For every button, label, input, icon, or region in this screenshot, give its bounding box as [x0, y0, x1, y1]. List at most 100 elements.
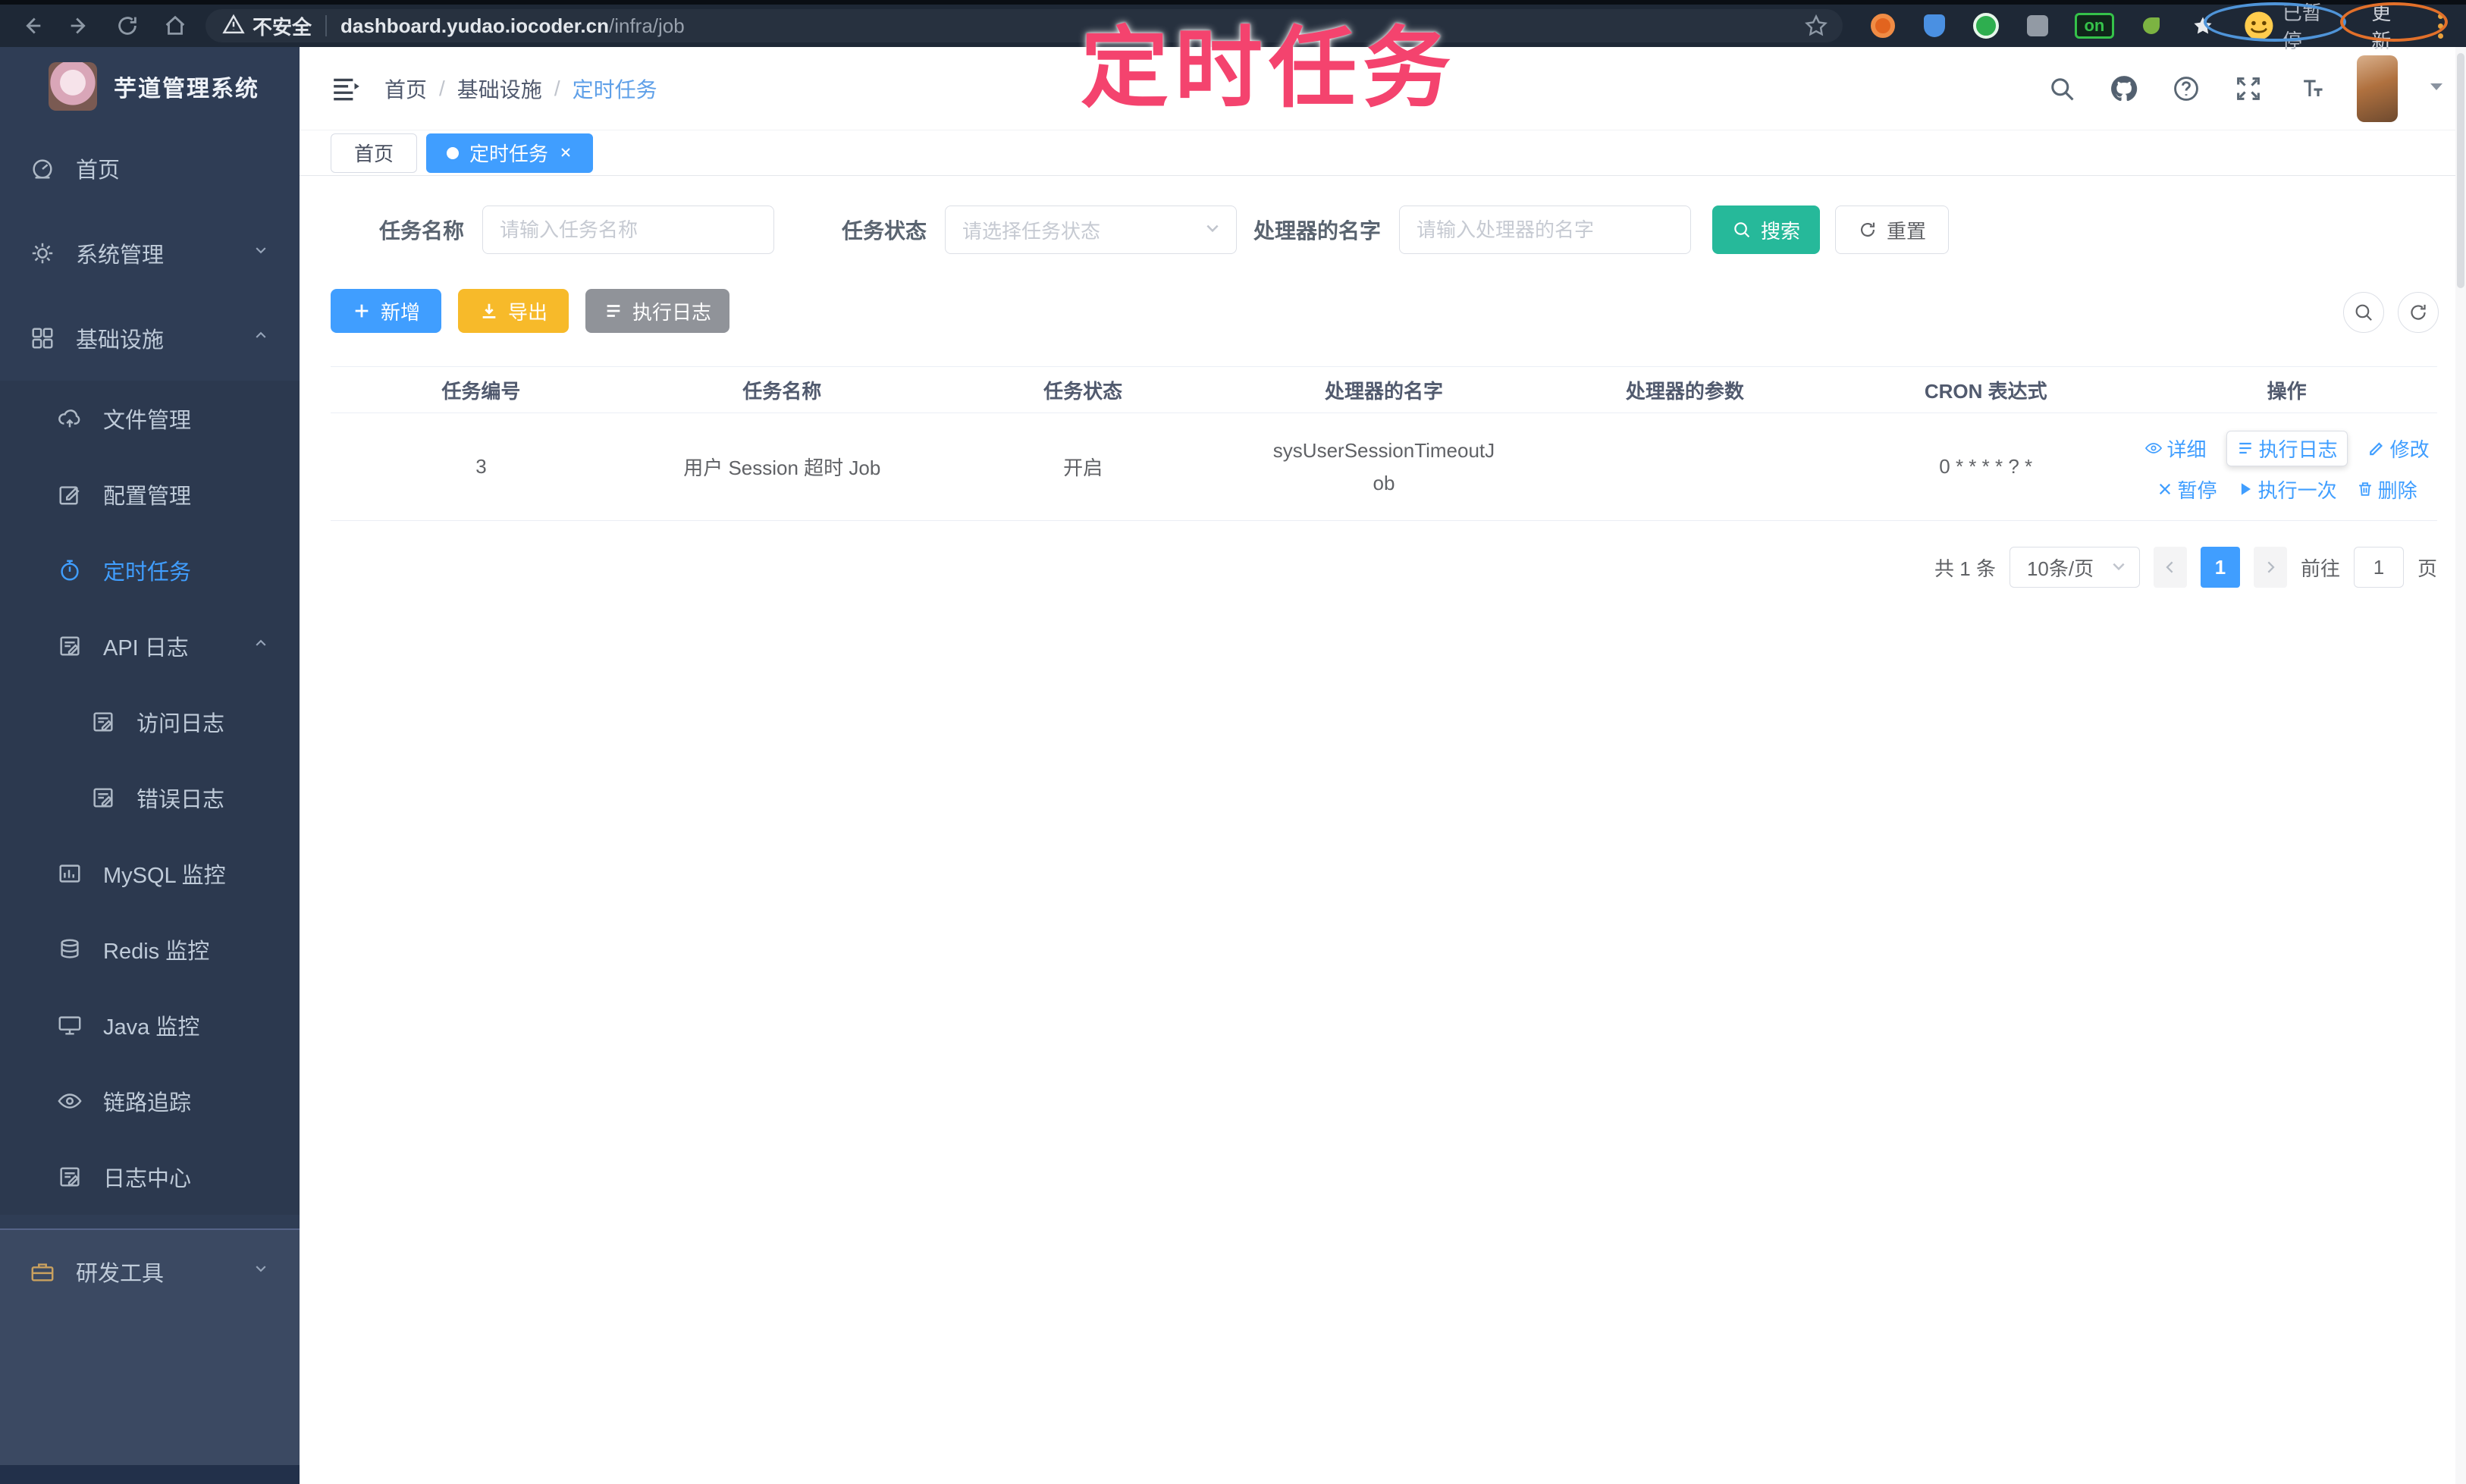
extension-leaf-icon[interactable] — [2137, 11, 2166, 40]
tab-bar: 首页 定时任务 — [300, 130, 2466, 176]
gear-icon — [29, 240, 56, 267]
refresh-icon[interactable] — [2398, 292, 2439, 333]
infrastructure-icon — [29, 325, 56, 352]
scrollbar[interactable] — [2455, 47, 2466, 1484]
sidebar-item-dev-tools[interactable]: 研发工具 — [0, 1230, 300, 1313]
sidebar-item-system-mgmt[interactable]: 系统管理 — [0, 211, 300, 296]
fullscreen-icon[interactable] — [2232, 73, 2264, 105]
pagination: 共 1 条 10条/页 1 前往 页 — [300, 547, 2466, 588]
page-size-select[interactable]: 10条/页 — [2009, 547, 2140, 588]
address-bar[interactable]: 不安全 dashboard.yudao.iocoder.cn/infra/job — [206, 9, 1843, 42]
cell-handler-name: sysUserSessionTimeoutJob — [1272, 438, 1495, 494]
chevron-down-icon — [251, 240, 271, 266]
caret-down-icon[interactable] — [2428, 80, 2445, 97]
sidebar-collapse-icon[interactable] — [330, 74, 363, 104]
search-icon[interactable] — [2046, 73, 2078, 105]
extensions-puzzle-icon[interactable] — [2023, 11, 2052, 40]
breadcrumb: 首页 / 基础设施 / 定时任务 — [384, 74, 657, 104]
help-icon[interactable] — [2170, 73, 2202, 105]
close-icon[interactable] — [559, 141, 573, 165]
briefcase-icon — [29, 1258, 56, 1285]
extension-orange-icon[interactable] — [1868, 11, 1897, 40]
sidebar-item-scheduled-tasks[interactable]: 定时任务 — [0, 532, 300, 608]
reset-button[interactable]: 重置 — [1835, 206, 1950, 254]
url-host[interactable]: dashboard.yudao.iocoder.cn — [340, 14, 609, 38]
task-status-select[interactable]: 请选择任务状态 — [945, 206, 1238, 254]
toggle-search-icon[interactable] — [2343, 292, 2384, 333]
search-button[interactable]: 搜索 — [1712, 206, 1821, 254]
page-unit-label: 页 — [2417, 557, 2437, 580]
tab-home[interactable]: 首页 — [331, 133, 418, 173]
scrollbar-thumb[interactable] — [2457, 53, 2464, 288]
handler-name-input[interactable] — [1399, 206, 1692, 254]
sidebar-item-file-mgmt[interactable]: 文件管理 — [0, 381, 300, 456]
pause-link[interactable]: 暂停 — [2157, 475, 2217, 504]
page: 不安全 dashboard.yudao.iocoder.cn/infra/job… — [0, 0, 2466, 1484]
exec-log-link[interactable]: 执行日志 — [2226, 430, 2348, 466]
sidebar-item-tracing[interactable]: 链路追踪 — [0, 1063, 300, 1139]
sidebar-item-infrastructure[interactable]: 基础设施 — [0, 296, 300, 381]
font-size-icon[interactable] — [2295, 73, 2326, 105]
sidebar: 芋道管理系统 首页 系统管理 基础设施 文件管理 配置管理 定时任务 API 日… — [0, 47, 300, 1484]
chevron-down-icon — [2107, 555, 2130, 583]
log-note-icon — [56, 1163, 83, 1191]
extension-blue-icon[interactable] — [1920, 11, 1949, 40]
sidebar-bottom-strip — [0, 1465, 300, 1484]
page-number-active[interactable]: 1 — [2200, 547, 2240, 588]
home-icon[interactable] — [162, 12, 189, 39]
edit-link[interactable]: 修改 — [2367, 435, 2430, 463]
cell-actions: 详细 执行日志 修改 暂停 执行一次 删除 — [2136, 413, 2437, 520]
add-button[interactable]: 新增 — [331, 289, 441, 333]
bookmark-star-icon[interactable] — [1803, 13, 1829, 42]
devtools-section: 研发工具 — [0, 1228, 300, 1484]
app-logo-row[interactable]: 芋道管理系统 — [0, 47, 300, 126]
back-icon[interactable] — [18, 12, 45, 39]
sidebar-item-java-monitor[interactable]: Java 监控 — [0, 987, 300, 1063]
exec-log-button[interactable]: 执行日志 — [585, 289, 729, 333]
active-tab-dot — [447, 146, 460, 159]
sidebar-item-config-mgmt[interactable]: 配置管理 — [0, 456, 300, 532]
goto-label: 前往 — [2300, 557, 2340, 580]
sidebar-item-access-logs[interactable]: 访问日志 — [0, 684, 300, 760]
export-button[interactable]: 导出 — [458, 289, 569, 333]
goto-page-input[interactable] — [2353, 547, 2404, 588]
task-name-input[interactable] — [482, 206, 775, 254]
user-avatar[interactable] — [2357, 55, 2398, 122]
forward-icon[interactable] — [66, 12, 93, 39]
reload-icon[interactable] — [114, 12, 141, 39]
tab-scheduled-tasks[interactable]: 定时任务 — [426, 133, 594, 173]
sidebar-item-mysql-monitor[interactable]: MySQL 监控 — [0, 836, 300, 911]
delete-link[interactable]: 删除 — [2357, 475, 2417, 504]
sidebar-item-home[interactable]: 首页 — [0, 126, 300, 211]
breadcrumb-current: 定时任务 — [572, 77, 657, 102]
filter-form: 任务名称 任务状态 请选择任务状态 处理器的名字 搜索 重置 — [379, 206, 2466, 254]
sidebar-item-api-logs[interactable]: API 日志 — [0, 608, 300, 684]
sidebar-item-log-center[interactable]: 日志中心 — [0, 1139, 300, 1215]
run-once-link[interactable]: 执行一次 — [2237, 475, 2337, 504]
task-status-label: 任务状态 — [842, 219, 927, 243]
extension-on-badge[interactable]: on — [2074, 13, 2114, 39]
prev-page-button[interactable] — [2153, 547, 2187, 588]
detail-link[interactable]: 详细 — [2144, 435, 2207, 463]
sidebar-menu: 首页 系统管理 基础设施 文件管理 配置管理 定时任务 API 日志 访问日志 … — [0, 126, 300, 1215]
sidebar-item-error-logs[interactable]: 错误日志 — [0, 760, 300, 836]
log-note-icon — [56, 632, 83, 660]
breadcrumb-infrastructure[interactable]: 基础设施 — [457, 74, 542, 104]
extension-green-check-icon[interactable] — [1972, 11, 2000, 40]
annotation-watermark: 定时任务 — [1081, 19, 1457, 118]
handler-name-label: 处理器的名字 — [1253, 219, 1382, 243]
chevron-up-icon — [251, 633, 271, 659]
table-row: 3 用户 Session 超时 Job 开启 sysUserSessionTim… — [331, 413, 2437, 521]
eye-icon — [56, 1087, 83, 1115]
sidebar-item-redis-monitor[interactable]: Redis 监控 — [0, 911, 300, 987]
cell-job-status: 开启 — [1063, 456, 1103, 479]
not-secure-label[interactable]: 不安全 — [253, 12, 312, 40]
monitor-icon — [56, 1012, 83, 1039]
github-icon[interactable] — [2108, 73, 2140, 105]
not-secure-warning-icon — [222, 13, 245, 39]
next-page-button[interactable] — [2253, 547, 2287, 588]
log-note-icon — [89, 708, 117, 736]
annotation-ellipse-blue — [2204, 2, 2346, 42]
chevron-down-icon — [1201, 217, 1224, 245]
breadcrumb-home[interactable]: 首页 — [384, 74, 427, 104]
